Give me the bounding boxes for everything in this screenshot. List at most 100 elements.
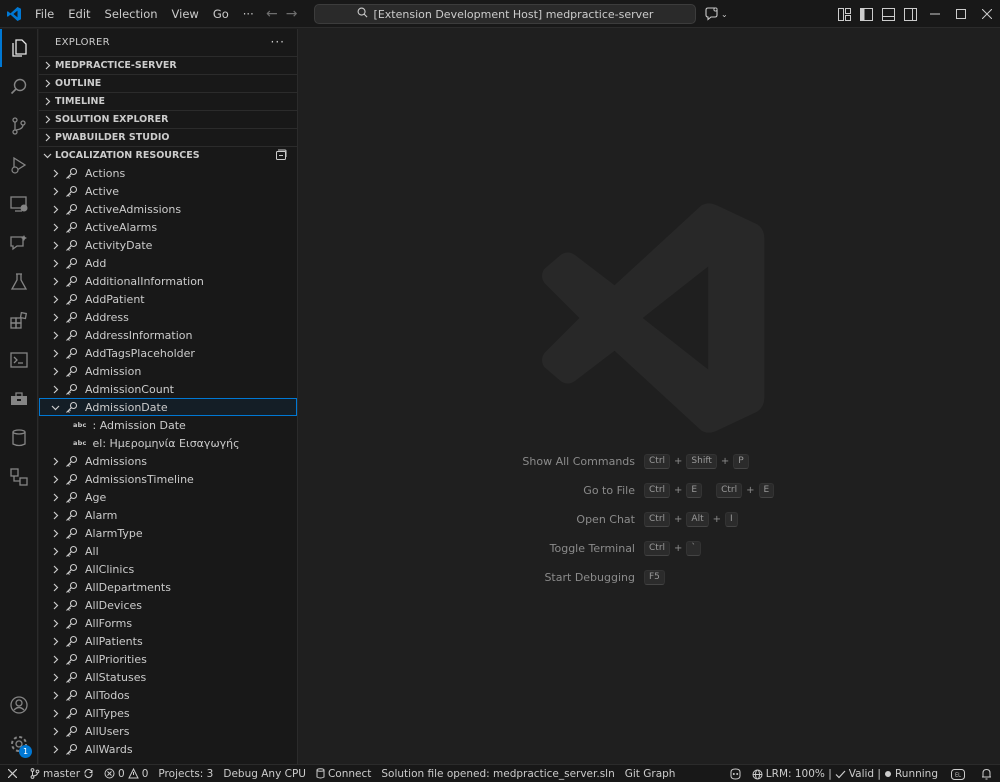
resource-key-item[interactable]: AddressInformation bbox=[39, 326, 297, 344]
section-localization-resources[interactable]: LOCALIZATION RESOURCES bbox=[39, 146, 297, 164]
command-center-search[interactable]: [Extension Development Host] medpractice… bbox=[314, 4, 696, 24]
section-pwabuilder-studio[interactable]: PWABUILDER STUDIO bbox=[39, 128, 297, 146]
chevron-right-icon[interactable] bbox=[48, 187, 62, 196]
chevron-right-icon[interactable] bbox=[48, 547, 62, 556]
chevron-right-icon[interactable] bbox=[48, 709, 62, 718]
chevron-right-icon[interactable] bbox=[48, 673, 62, 682]
source-control-icon[interactable] bbox=[0, 107, 38, 145]
remote-explorer-icon[interactable] bbox=[0, 185, 38, 223]
resource-key-item[interactable]: ActiveAdmissions bbox=[39, 200, 297, 218]
resource-key-item[interactable]: Active bbox=[39, 182, 297, 200]
layout-status[interactable]: EL bbox=[943, 765, 973, 782]
terminal-icon[interactable] bbox=[0, 341, 38, 379]
search-icon[interactable] bbox=[0, 68, 38, 106]
chevron-right-icon[interactable] bbox=[48, 241, 62, 250]
minimize-icon[interactable] bbox=[922, 0, 948, 28]
customize-layout-icon[interactable] bbox=[836, 6, 852, 22]
forward-arrow-icon[interactable]: → bbox=[286, 6, 298, 22]
resource-key-item[interactable]: ActiveAlarms bbox=[39, 218, 297, 236]
explorer-icon[interactable] bbox=[0, 29, 38, 67]
projects-status[interactable]: Projects: 3 bbox=[153, 765, 218, 782]
chevron-right-icon[interactable] bbox=[48, 205, 62, 214]
more-actions-icon[interactable]: ··· bbox=[271, 35, 285, 49]
toggle-primary-sidebar-icon[interactable] bbox=[858, 6, 874, 22]
section-outline[interactable]: OUTLINE bbox=[39, 74, 297, 92]
chevron-right-icon[interactable] bbox=[48, 367, 62, 376]
chevron-right-icon[interactable] bbox=[48, 619, 62, 628]
resource-key-item[interactable]: AllTodos bbox=[39, 686, 297, 704]
chevron-right-icon[interactable] bbox=[48, 277, 62, 286]
resource-key-item[interactable]: AllUsers bbox=[39, 722, 297, 740]
settings-gear-icon[interactable]: 1 bbox=[0, 725, 38, 763]
copilot-status[interactable] bbox=[724, 765, 747, 782]
chevron-down-icon[interactable] bbox=[48, 403, 62, 412]
solution-status[interactable]: Solution file opened: medpractice_server… bbox=[376, 765, 619, 782]
resource-key-item[interactable]: AllDevices bbox=[39, 596, 297, 614]
extensions-icon[interactable] bbox=[0, 302, 38, 340]
chevron-right-icon[interactable] bbox=[48, 745, 62, 754]
chevron-right-icon[interactable] bbox=[48, 331, 62, 340]
solution-explorer-icon[interactable] bbox=[0, 458, 38, 496]
git-graph-status[interactable]: Git Graph bbox=[620, 765, 681, 782]
resource-key-item[interactable]: AllStatuses bbox=[39, 668, 297, 686]
resource-key-item[interactable]: AllTypes bbox=[39, 704, 297, 722]
resource-key-item[interactable]: Address bbox=[39, 308, 297, 326]
resource-key-item[interactable]: ActivityDate bbox=[39, 236, 297, 254]
chevron-right-icon[interactable] bbox=[48, 691, 62, 700]
menu-more[interactable]: ··· bbox=[236, 0, 261, 28]
remote-indicator[interactable] bbox=[0, 765, 25, 782]
copilot-chat-button[interactable]: ⌄ bbox=[704, 4, 728, 24]
back-arrow-icon[interactable]: ← bbox=[266, 6, 278, 22]
resource-key-item[interactable]: Add bbox=[39, 254, 297, 272]
resource-key-item[interactable]: AdditionalInformation bbox=[39, 272, 297, 290]
debug-config-status[interactable]: Debug Any CPU bbox=[218, 765, 311, 782]
chevron-right-icon[interactable] bbox=[48, 565, 62, 574]
problems-status[interactable]: 0 0 bbox=[99, 765, 153, 782]
lrm-status[interactable]: LRM: 100% | Valid | Running bbox=[747, 765, 943, 782]
resource-key-item[interactable]: Admission bbox=[39, 362, 297, 380]
chevron-right-icon[interactable] bbox=[48, 493, 62, 502]
resource-key-item[interactable]: AddPatient bbox=[39, 290, 297, 308]
resource-key-item[interactable]: AlarmType bbox=[39, 524, 297, 542]
resource-key-item[interactable]: AddTagsPlaceholder bbox=[39, 344, 297, 362]
resource-key-item[interactable]: All bbox=[39, 542, 297, 560]
menu-edit[interactable]: Edit bbox=[61, 0, 97, 28]
chevron-right-icon[interactable] bbox=[48, 349, 62, 358]
database-icon[interactable] bbox=[0, 419, 38, 457]
section-solution-explorer[interactable]: SOLUTION EXPLORER bbox=[39, 110, 297, 128]
toolbox-icon[interactable] bbox=[0, 380, 38, 418]
chevron-right-icon[interactable] bbox=[48, 223, 62, 232]
chevron-right-icon[interactable] bbox=[48, 385, 62, 394]
resource-key-item[interactable]: AdmissionCount bbox=[39, 380, 297, 398]
menu-go[interactable]: Go bbox=[206, 0, 236, 28]
chevron-right-icon[interactable] bbox=[48, 529, 62, 538]
translation-value-item[interactable]: abc: Admission Date bbox=[39, 416, 297, 434]
menu-selection[interactable]: Selection bbox=[98, 0, 165, 28]
notifications-status[interactable] bbox=[973, 765, 1000, 782]
resource-key-item[interactable]: AllWards bbox=[39, 740, 297, 758]
menu-view[interactable]: View bbox=[165, 0, 206, 28]
resource-key-item[interactable]: Actions bbox=[39, 164, 297, 182]
resource-key-item[interactable]: Age bbox=[39, 488, 297, 506]
chevron-right-icon[interactable] bbox=[48, 295, 62, 304]
chevron-right-icon[interactable] bbox=[48, 313, 62, 322]
testing-icon[interactable] bbox=[0, 263, 38, 301]
resource-key-item[interactable]: Alarm bbox=[39, 506, 297, 524]
toggle-panel-icon[interactable] bbox=[880, 6, 896, 22]
resource-key-item[interactable]: AllPatients bbox=[39, 632, 297, 650]
menu-file[interactable]: File bbox=[28, 0, 61, 28]
translation-value-item[interactable]: abc el: Ημερομηνία Εισαγωγής bbox=[39, 434, 297, 452]
section-medpractice-server[interactable]: MEDPRACTICE-SERVER bbox=[39, 56, 297, 74]
branch-status[interactable]: master bbox=[25, 765, 99, 782]
collapse-all-icon[interactable] bbox=[275, 149, 287, 164]
resource-key-item[interactable]: Admissions bbox=[39, 452, 297, 470]
chevron-right-icon[interactable] bbox=[48, 637, 62, 646]
close-icon[interactable] bbox=[974, 0, 1000, 28]
chat-icon[interactable] bbox=[0, 224, 38, 262]
chevron-right-icon[interactable] bbox=[48, 259, 62, 268]
chevron-right-icon[interactable] bbox=[48, 601, 62, 610]
resource-key-item[interactable]: AllForms bbox=[39, 614, 297, 632]
resource-key-item[interactable]: AdmissionsTimeline bbox=[39, 470, 297, 488]
section-timeline[interactable]: TIMELINE bbox=[39, 92, 297, 110]
maximize-icon[interactable] bbox=[948, 0, 974, 28]
